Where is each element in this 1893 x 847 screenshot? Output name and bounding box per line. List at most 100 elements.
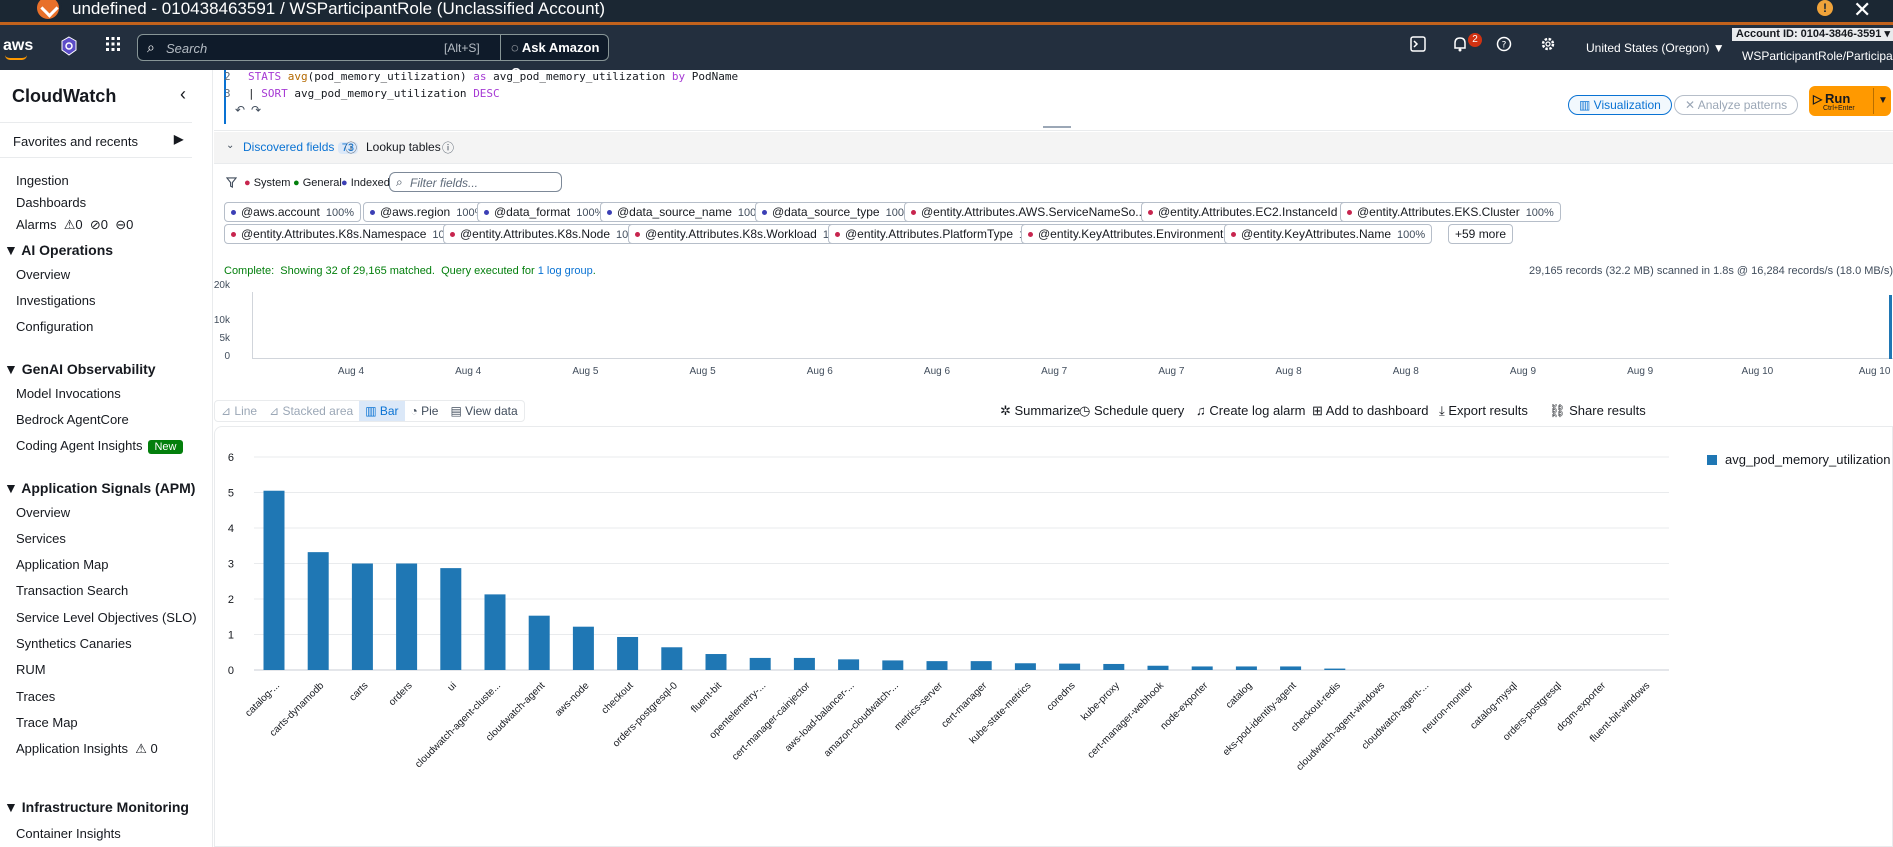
redo-icon[interactable]: ↷ [251,103,261,117]
resize-handle[interactable] [1043,126,1071,128]
field-chip[interactable]: @entity.Attributes.K8s.Namespace100% [224,224,468,244]
info-icon[interactable]: ⓘ [345,139,357,156]
sidebar-item-container-insights[interactable]: Container Insights [16,826,121,841]
log-group-link[interactable]: 1 log group [538,265,593,277]
field-chip[interactable]: @aws.account 100% [224,202,362,222]
undo-icon[interactable]: ↶ [235,103,245,117]
bar[interactable] [484,594,506,670]
info-icon[interactable]: ⓘ [442,139,454,156]
sidebar-item-application-map[interactable]: Application Map [16,557,109,572]
bar[interactable] [528,615,550,670]
tab-line[interactable]: ⊿ Line [215,401,263,421]
role-label[interactable]: WSParticipantRole/Participant [1742,49,1893,63]
field-chip[interactable]: @entity.Attributes.K8s.Workload100% [628,224,858,244]
ask-amazon-q-button[interactable]: ◌ Ask Amazon Q [500,35,608,80]
bar[interactable] [1280,666,1302,670]
bar[interactable] [1014,663,1036,670]
chevron-down-icon[interactable]: ⌄ [226,140,234,151]
service-shield-icon[interactable] [57,36,81,60]
sidebar-title[interactable]: CloudWatch [12,86,116,107]
field-chip[interactable]: @entity.Attributes.K8s.Node100% [443,224,652,244]
bar[interactable] [749,657,771,670]
bar[interactable] [307,552,329,670]
bar[interactable] [926,661,948,670]
sidebar-item-trace-map[interactable]: Trace Map [16,715,78,730]
cloudshell-icon[interactable] [1406,36,1430,60]
section-genai-observability[interactable]: ▼ GenAI Observability [4,361,156,377]
bar[interactable] [1147,665,1169,670]
bar[interactable] [661,647,683,670]
warning-icon[interactable]: ! [1817,0,1833,16]
region-selector[interactable]: United States (Oregon) ▼ [1586,41,1725,55]
settings-gear-icon[interactable] [1536,36,1560,60]
sidebar-item-application-insights[interactable]: Application Insights ⚠ 0 [16,741,158,757]
sidebar-item-apm-overview[interactable]: Overview [16,505,70,520]
schedule-query-button[interactable]: ◷ Schedule query [1079,403,1184,419]
field-chip[interactable]: @entity.Attributes.EKS.Cluster 100% [1340,202,1561,222]
help-icon[interactable]: ? [1492,36,1516,60]
bar[interactable] [1191,666,1213,670]
tab-view-data[interactable]: ▤ View data [444,401,523,421]
sidebar-item-traces[interactable]: Traces [16,689,55,704]
sidebar-item-coding-agent-insights[interactable]: Coding Agent Insights New [16,438,183,454]
add-to-dashboard-button[interactable]: ⊞ Add to dashboard [1312,403,1428,419]
visualization-button[interactable]: ▥ Visualization [1568,95,1672,115]
bar[interactable] [1059,663,1081,670]
sidebar-item-services[interactable]: Services [16,531,66,546]
collapse-sidebar-icon[interactable]: ‹ [180,84,186,105]
sidebar-item-rum[interactable]: RUM [16,662,46,677]
bar[interactable] [1103,663,1125,670]
bar[interactable] [970,661,992,670]
bar[interactable] [351,563,373,671]
sidebar-item-alarms[interactable]: Alarms ⚠0 ⊘0 ⊖0 [16,217,133,233]
field-chip[interactable]: @data_source_type 100% [755,202,921,222]
sidebar-item-dashboards[interactable]: Dashboards [16,195,86,210]
tab-discovered-fields[interactable]: Discovered fields 73 [243,140,358,154]
tab-bar[interactable]: ▥ Bar [359,401,405,421]
bar[interactable] [1324,668,1346,670]
sidebar-item-bedrock-agentcore[interactable]: Bedrock AgentCore [16,412,129,427]
section-ai-operations[interactable]: ▼ AI Operations [4,242,113,258]
run-dropdown-icon[interactable]: ▼ [1873,88,1888,114]
filter-fields-input[interactable]: ⌕ Filter fields... [389,172,562,192]
aws-logo[interactable]: aws [3,37,33,55]
favorites-and-recents[interactable]: Favorites and recents ▶ [0,122,192,158]
section-infrastructure-monitoring[interactable]: ▼ Infrastructure Monitoring [4,799,189,815]
bar[interactable] [1235,666,1257,670]
export-results-button[interactable]: ⤓ Export results [1439,403,1528,419]
search-input[interactable]: ⌕ Search [Alt+S] ◌ Ask Amazon Q [137,34,609,80]
field-chip[interactable]: @aws.region 100% [363,202,492,222]
bar[interactable] [572,626,594,670]
more-fields-button[interactable]: +59 more [1448,224,1514,244]
sidebar-item-synthetics-canaries[interactable]: Synthetics Canaries [16,636,132,651]
share-results-button[interactable]: ⛓ Share results [1549,403,1646,419]
summarize-button[interactable]: ✲ Summarize [1000,403,1080,419]
field-chip[interactable]: @data_source_name 100% [600,202,774,222]
bar[interactable] [440,568,462,670]
close-icon[interactable]: ✕ [1853,0,1871,23]
section-application-signals[interactable]: ▼ Application Signals (APM) [4,480,195,496]
bar[interactable] [396,563,418,671]
sidebar-item-slo[interactable]: Service Level Objectives (SLO) [16,610,197,625]
account-id-badge[interactable]: Account ID: 0104-3846-3591 ▾ [1732,28,1893,41]
analyze-patterns-button[interactable]: ✕ Analyze patterns [1674,95,1799,115]
sidebar-item-configuration[interactable]: Configuration [16,319,93,334]
bar[interactable] [263,490,285,670]
bar[interactable] [838,659,860,670]
tab-stacked-area[interactable]: ⊿ Stacked area [263,401,359,421]
field-chip[interactable]: @entity.KeyAttributes.Name 100% [1224,224,1433,244]
tab-pie[interactable]: ◔ Pie [405,401,445,421]
sidebar-item-ingestion[interactable]: Ingestion [16,173,69,188]
histogram-plot-area[interactable] [252,292,1893,359]
sidebar-item-model-invocations[interactable]: Model Invocations [16,386,121,401]
grid-menu-icon[interactable] [101,36,125,60]
tab-lookup-tables[interactable]: Lookup tables [366,140,441,154]
sidebar-item-investigations[interactable]: Investigations [16,293,96,308]
field-chip[interactable]: @data_format 100% [477,202,612,222]
sidebar-item-overview[interactable]: Overview [16,267,70,282]
bar[interactable] [793,657,815,670]
bar[interactable] [882,660,904,670]
bar[interactable] [705,654,727,670]
bar[interactable] [617,636,639,670]
create-log-alarm-button[interactable]: ♫ Create log alarm [1196,403,1305,418]
